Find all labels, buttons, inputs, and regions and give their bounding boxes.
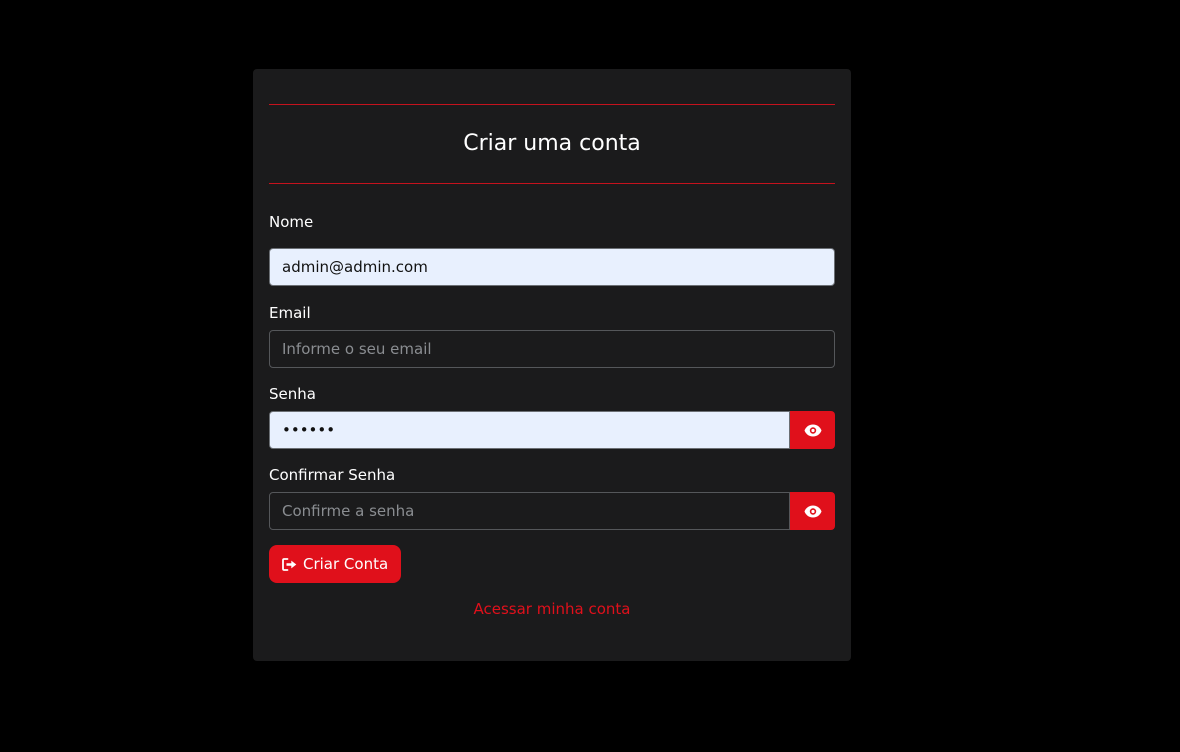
email-label: Email xyxy=(269,304,311,322)
show-password-button[interactable] xyxy=(790,411,835,449)
show-confirm-password-button[interactable] xyxy=(790,492,835,530)
nome-input[interactable] xyxy=(269,248,835,286)
create-account-label: Criar Conta xyxy=(303,555,389,573)
nome-label: Nome xyxy=(269,213,314,231)
senha-label: Senha xyxy=(269,385,316,403)
confirmar-senha-input[interactable] xyxy=(269,492,790,530)
email-field[interactable] xyxy=(269,330,835,368)
sign-in-icon xyxy=(282,557,297,571)
confirmar-senha-group xyxy=(269,492,835,530)
create-account-button[interactable]: Criar Conta xyxy=(269,545,402,583)
confirmar-senha-label: Confirmar Senha xyxy=(269,466,396,484)
eye-icon xyxy=(804,424,821,436)
senha-group xyxy=(269,411,835,449)
page-title: Criar uma conta xyxy=(463,131,641,156)
senha-input[interactable] xyxy=(269,411,790,449)
login-link[interactable]: Acessar minha conta xyxy=(269,599,835,619)
register-card: Criar uma conta Nome Email Senha Confirm… xyxy=(253,69,851,661)
title-divider xyxy=(269,183,835,184)
eye-icon xyxy=(804,505,821,517)
